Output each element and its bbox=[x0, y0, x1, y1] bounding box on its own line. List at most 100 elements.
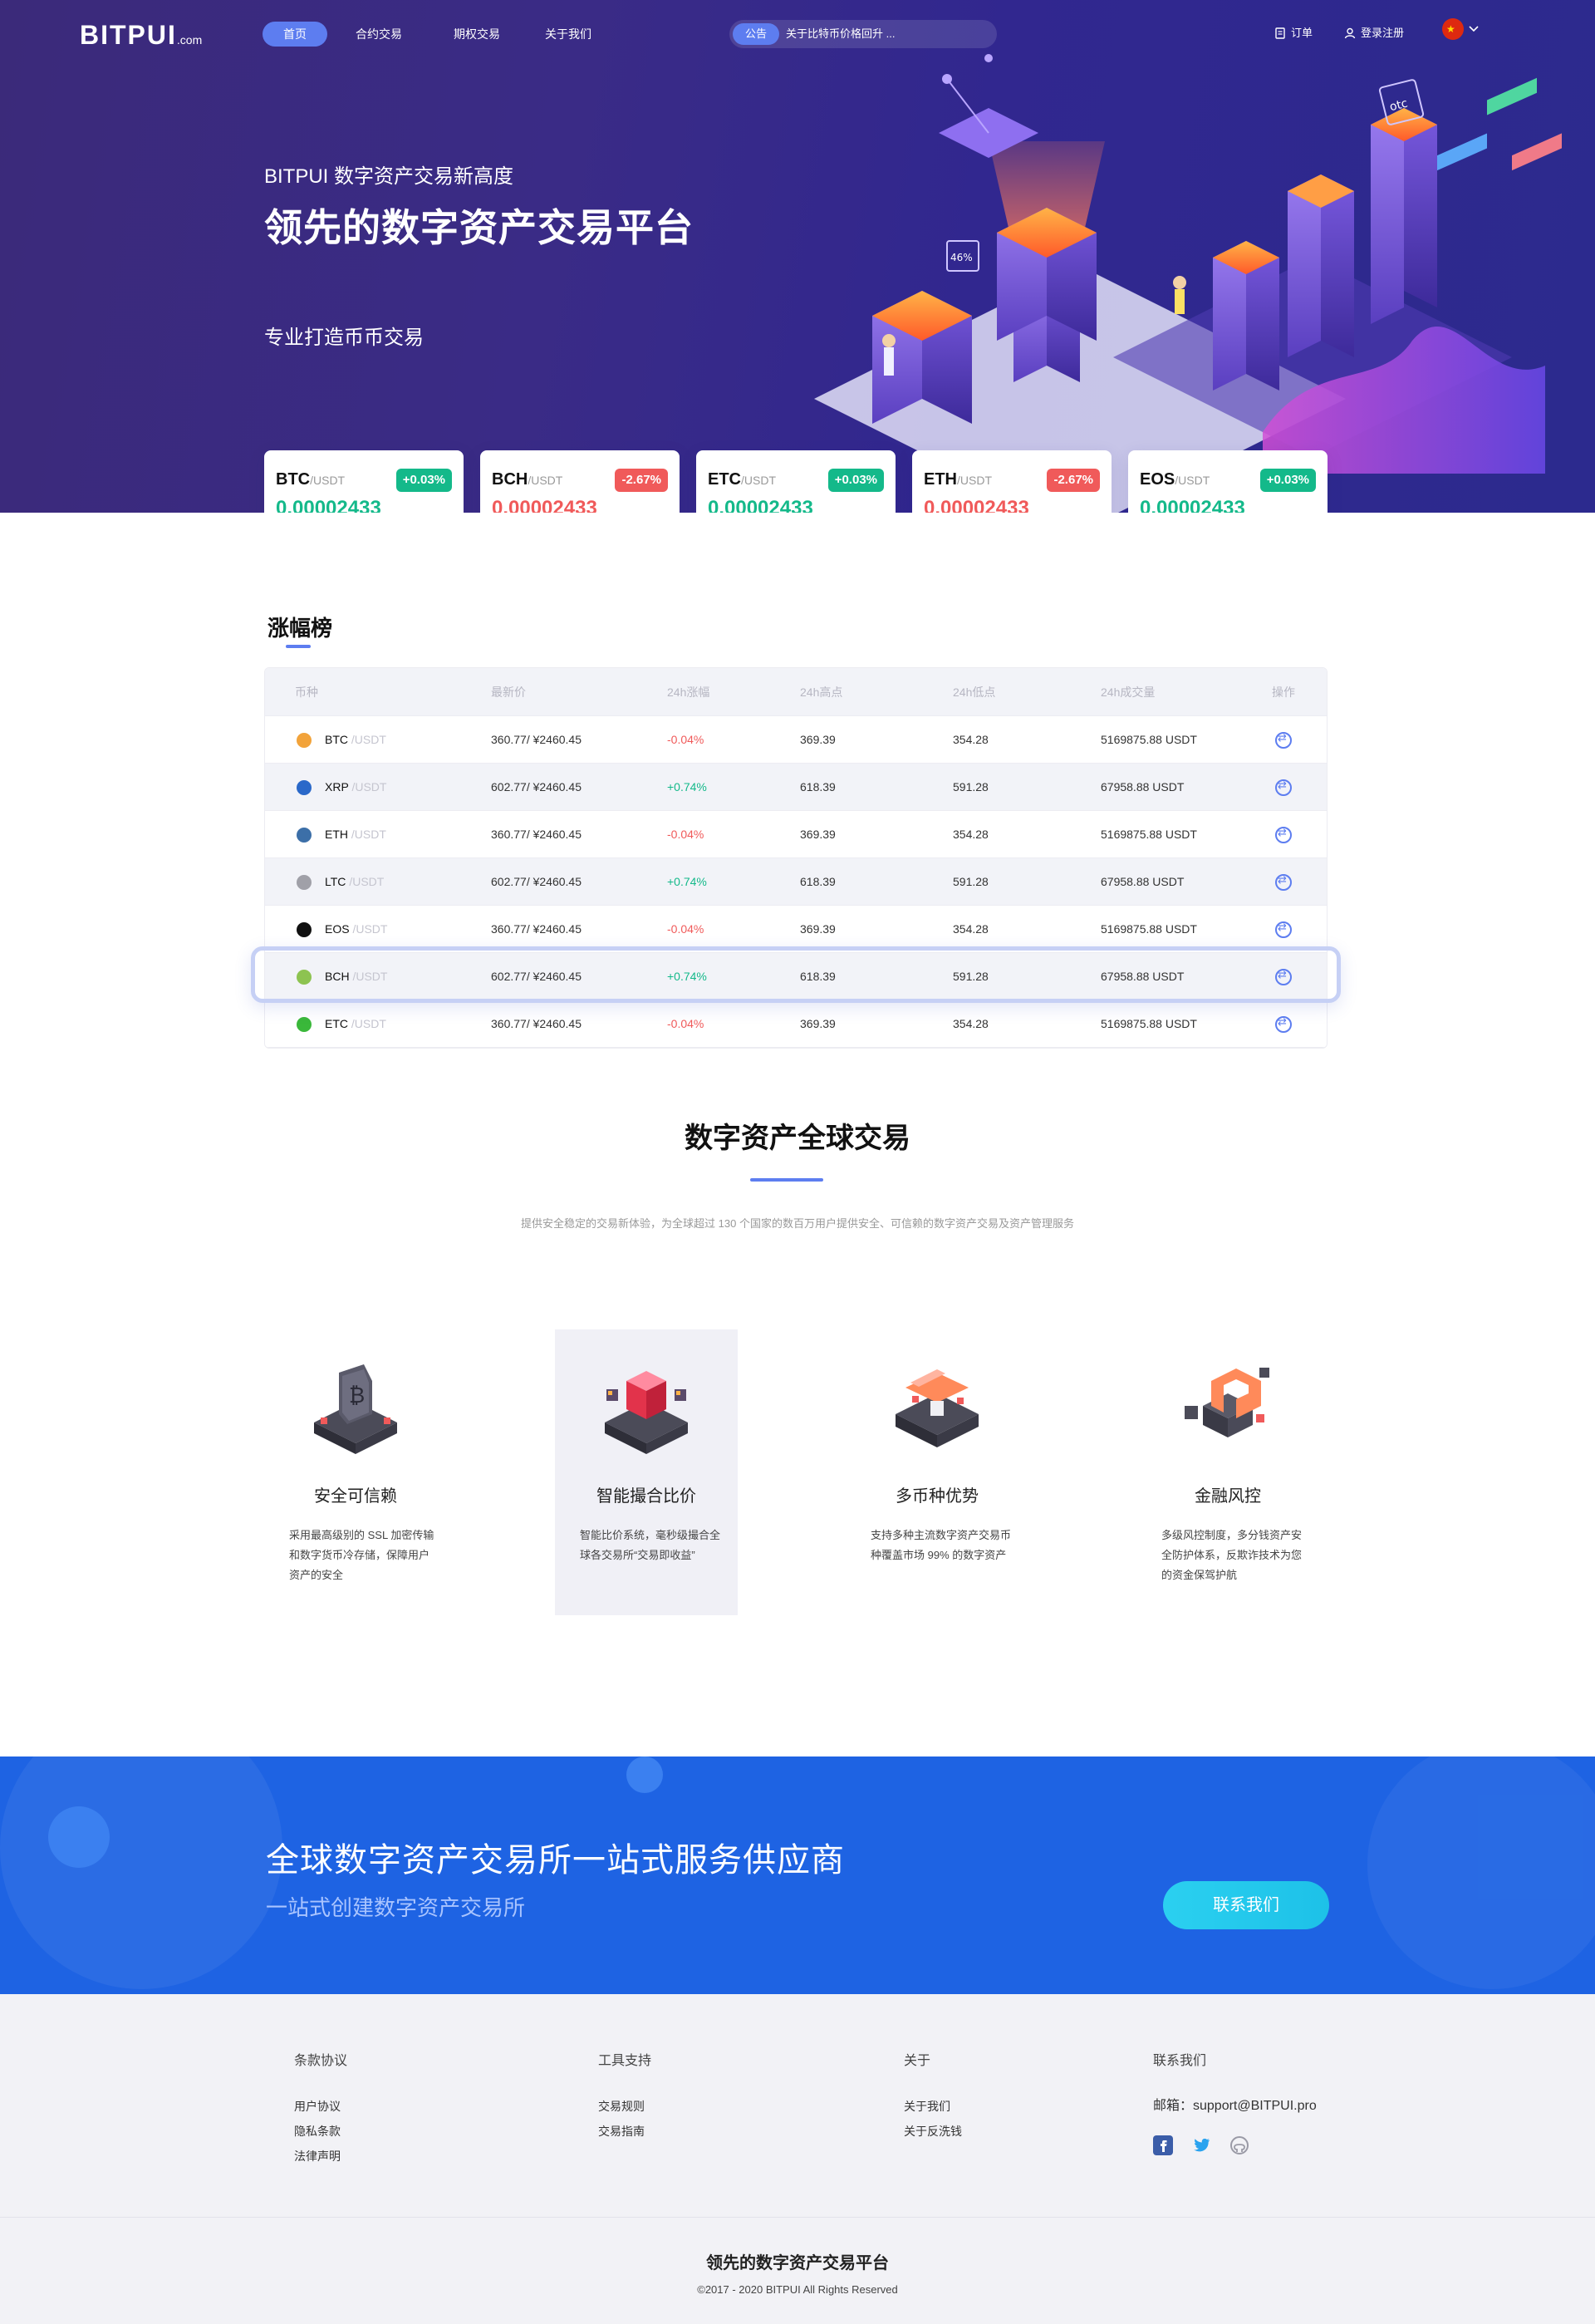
row-change: -0.04% bbox=[667, 922, 704, 936]
row-low: 354.28 bbox=[953, 828, 989, 841]
footer-col-terms: 条款协议 用户协议 隐私条款 法律声明 bbox=[294, 2049, 347, 2169]
footer-link-aml[interactable]: 关于反洗钱 bbox=[904, 2119, 962, 2144]
language-switch[interactable] bbox=[1442, 18, 1479, 40]
footer-col-title: 工具支持 bbox=[598, 2054, 652, 2068]
ticker-card-eth[interactable]: ETH/USDT -2.67% 0.00002433 bbox=[912, 450, 1112, 513]
ticker-card-etc[interactable]: ETC/USDT +0.03% 0.00002433 bbox=[696, 450, 896, 513]
eth-coin-icon bbox=[297, 828, 312, 843]
row-volume: 5169875.88 USDT bbox=[1101, 1017, 1197, 1030]
row-symbol: ETC /USDT bbox=[325, 1017, 386, 1030]
exchange-icon[interactable] bbox=[1275, 826, 1292, 843]
orders-label: 订单 bbox=[1291, 27, 1313, 39]
cta-title: 全球数字资产交易所一站式服务供应商 bbox=[266, 1842, 845, 1879]
ticker-card-eos[interactable]: EOS/USDT +0.03% 0.00002433 bbox=[1128, 450, 1328, 513]
row-volume: 5169875.88 USDT bbox=[1101, 828, 1197, 841]
ticker-symbol: BCH/USDT bbox=[492, 470, 563, 489]
rank-title: 涨幅榜 bbox=[267, 616, 333, 641]
ticker-price: 0.00002433 bbox=[708, 497, 813, 513]
exchange-icon[interactable] bbox=[1275, 779, 1292, 796]
row-change: +0.74% bbox=[667, 875, 707, 888]
etc-coin-icon bbox=[297, 1017, 312, 1032]
footer-link-about-us[interactable]: 关于我们 bbox=[904, 2094, 962, 2119]
ticker-price: 0.00002433 bbox=[492, 497, 597, 513]
ticker-symbol: BTC/USDT bbox=[276, 470, 346, 489]
exchange-icon[interactable] bbox=[1275, 1015, 1292, 1033]
row-change: -0.04% bbox=[667, 733, 704, 746]
footer-col-contact: 联系我们 邮箱：support@BITPUI.pro bbox=[1153, 2049, 1317, 2155]
feature-name: 多币种优势 bbox=[896, 1487, 979, 1506]
table-row[interactable]: BCH /USDT 602.77/ ¥2460.45 +0.74% 618.39 591… bbox=[265, 953, 1327, 1000]
feature-text: 支持多种主流数字资产交易币种覆盖市场 99% 的数字资产 bbox=[871, 1529, 1012, 1561]
row-low: 591.28 bbox=[953, 970, 989, 983]
rank-table: 币种 最新价 24h涨幅 24h高点 24h低点 24h成交量 操作 BTC /… bbox=[264, 667, 1328, 1049]
ticker-card-bch[interactable]: BCH/USDT -2.67% 0.00002433 bbox=[480, 450, 680, 513]
nav-home[interactable]: 首页 bbox=[263, 22, 327, 47]
table-row[interactable]: BTC /USDT 360.77/ ¥2460.45 -0.04% 369.39 354… bbox=[265, 716, 1327, 764]
file-icon bbox=[1275, 27, 1285, 39]
hero-illustration: otc 46% bbox=[814, 54, 1562, 513]
col-coin: 币种 bbox=[295, 685, 318, 699]
ticker-change-badge: -2.67% bbox=[1047, 469, 1100, 492]
row-volume: 67958.88 USDT bbox=[1101, 780, 1185, 794]
orders-link[interactable]: 订单 bbox=[1274, 23, 1313, 43]
notice-tag: 公告 bbox=[733, 23, 779, 45]
col-action: 操作 bbox=[1272, 685, 1295, 699]
nav-about[interactable]: 关于我们 bbox=[535, 22, 601, 47]
footer-link-privacy[interactable]: 隐私条款 bbox=[294, 2119, 347, 2144]
ticker-card-btc[interactable]: BTC/USDT +0.03% 0.00002433 bbox=[264, 450, 464, 513]
row-volume: 67958.88 USDT bbox=[1101, 970, 1185, 983]
github-icon[interactable] bbox=[1229, 2135, 1249, 2155]
hero-subtitle: BITPUI 数字资产交易新高度 bbox=[264, 165, 514, 188]
ticker-symbol: EOS/USDT bbox=[1140, 470, 1210, 489]
feature-multi-currency[interactable]: 多币种优势 支持多种主流数字资产交易币种覆盖市场 99% 的数字资产 bbox=[846, 1329, 1028, 1615]
features-title: 数字资产全球交易 bbox=[685, 1123, 910, 1154]
multi-currency-icon bbox=[896, 1369, 979, 1447]
rank-title-underline bbox=[286, 645, 311, 648]
row-symbol: LTC /USDT bbox=[325, 875, 385, 888]
footer-email[interactable]: 邮箱：support@BITPUI.pro bbox=[1153, 2094, 1317, 2119]
feature-risk-control[interactable]: 金融风控 多级风控制度，多分钱资产安全防护体系，反欺诈技术为您的资金保驾护航 bbox=[1136, 1329, 1319, 1615]
login-label: 登录注册 bbox=[1361, 27, 1405, 39]
bg-bubble bbox=[48, 1806, 110, 1868]
exchange-icon[interactable] bbox=[1275, 731, 1292, 749]
exchange-icon[interactable] bbox=[1275, 921, 1292, 938]
footer: 条款协议 用户协议 隐私条款 法律声明 工具支持 交易规则 交易指南 关于 关于… bbox=[0, 1994, 1595, 2324]
footer-link-trade-rules[interactable]: 交易规则 bbox=[598, 2094, 651, 2119]
col-change: 24h涨幅 bbox=[667, 685, 710, 699]
table-row[interactable]: EOS /USDT 360.77/ ¥2460.45 -0.04% 369.39 354… bbox=[265, 906, 1327, 953]
feature-text: 采用最高级别的 SSL 加密传输和数字货币冷存储，保障用户资产的安全 bbox=[289, 1529, 434, 1581]
twitter-icon[interactable] bbox=[1191, 2135, 1211, 2155]
risk-control-icon bbox=[1185, 1368, 1269, 1437]
row-high: 618.39 bbox=[800, 780, 836, 794]
row-low: 354.28 bbox=[953, 1017, 989, 1030]
feature-security[interactable]: ₿ 安全可信赖 采用最高级别的 SSL 加密传输和数字货币冷存储，保障用户资产的… bbox=[264, 1329, 447, 1615]
exchange-icon[interactable] bbox=[1275, 968, 1292, 985]
nav-options-trade[interactable]: 期权交易 bbox=[444, 22, 510, 47]
contact-us-button[interactable]: 联系我们 bbox=[1163, 1881, 1329, 1929]
feature-smart-matching[interactable]: 智能撮合比价 智能比价系统，毫秒级撮合全球各交易所“交易即收益” bbox=[555, 1329, 738, 1615]
row-symbol: ETH /USDT bbox=[325, 828, 386, 841]
logo[interactable]: BITPUI.com bbox=[80, 20, 202, 51]
table-row[interactable]: LTC /USDT 602.77/ ¥2460.45 +0.74% 618.39 591… bbox=[265, 858, 1327, 906]
ticker-symbol: ETC/USDT bbox=[708, 470, 776, 489]
footer-link-legal[interactable]: 法律声明 bbox=[294, 2144, 347, 2169]
footer-link-trade-guide[interactable]: 交易指南 bbox=[598, 2119, 651, 2144]
footer-link-user-agreement[interactable]: 用户协议 bbox=[294, 2094, 347, 2119]
exchange-icon[interactable] bbox=[1275, 873, 1292, 891]
row-volume: 67958.88 USDT bbox=[1101, 875, 1185, 888]
bg-bubble bbox=[1367, 1757, 1595, 1989]
table-row[interactable]: ETC /USDT 360.77/ ¥2460.45 -0.04% 369.39 354… bbox=[265, 1000, 1327, 1048]
row-change: -0.04% bbox=[667, 1017, 704, 1030]
facebook-icon[interactable] bbox=[1153, 2135, 1173, 2155]
nav-contract-trade[interactable]: 合约交易 bbox=[346, 22, 412, 47]
login-register-link[interactable]: 登录注册 bbox=[1344, 23, 1404, 43]
ticker-strip: BTC/USDT +0.03% 0.00002433 BCH/USDT -2.6… bbox=[264, 450, 1328, 513]
col-high: 24h高点 bbox=[800, 685, 843, 699]
row-symbol: XRP /USDT bbox=[325, 780, 387, 794]
table-row[interactable]: XRP /USDT 602.77/ ¥2460.45 +0.74% 618.39 591… bbox=[265, 764, 1327, 811]
bch-coin-icon bbox=[297, 970, 312, 985]
table-row[interactable]: ETH /USDT 360.77/ ¥2460.45 -0.04% 369.39 354… bbox=[265, 811, 1327, 858]
hero-title: 领先的数字资产交易平台 bbox=[264, 206, 694, 249]
ticker-price: 0.00002433 bbox=[1140, 497, 1245, 513]
row-volume: 5169875.88 USDT bbox=[1101, 733, 1197, 746]
